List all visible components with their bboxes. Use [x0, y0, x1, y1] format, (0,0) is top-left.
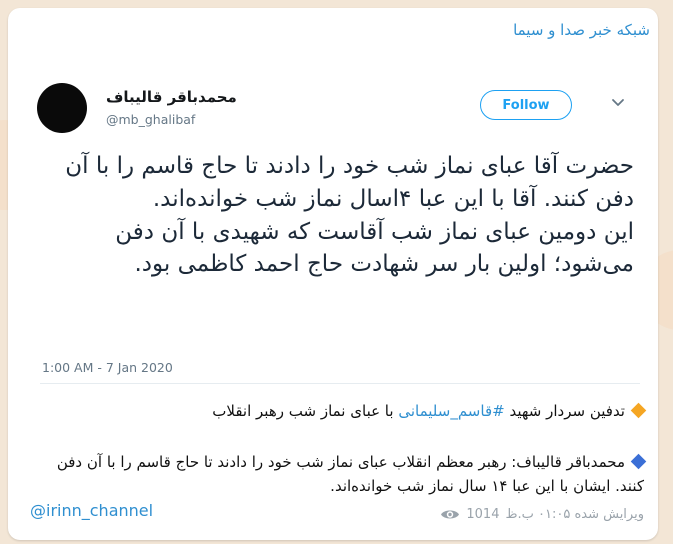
- chevron-down-icon[interactable]: [611, 96, 625, 110]
- message-line-quote: محمدباقر قالیباف: رهبر معظم انقلاب عبای …: [24, 450, 647, 498]
- tweet-author-handle[interactable]: @mb_ghalibaf: [106, 112, 195, 127]
- divider: [40, 383, 640, 384]
- tweet-author-name[interactable]: محمدباقر قالیباف: [106, 88, 237, 106]
- blue-diamond-icon: [630, 453, 647, 470]
- eye-icon: [441, 510, 460, 519]
- message-line-headline: تدفین سردار شهید #قاسم_سلیمانی با عبای ن…: [24, 399, 647, 423]
- channel-link[interactable]: @irinn_channel: [30, 501, 153, 520]
- view-count: 1014: [466, 507, 500, 522]
- tweet-text-paragraph: این دومین عبای نماز شب آقاست که شهیدی با…: [115, 218, 634, 278]
- message-card: شبکه خبر صدا و سیما محمدباقر قالیباف @mb…: [8, 8, 658, 540]
- edited-time: ویرایش شده ۰۱:۰۵ ب.ظ: [505, 507, 644, 522]
- message-text: محمدباقر قالیباف: رهبر معظم انقلاب عبای …: [56, 453, 644, 495]
- channel-name[interactable]: شبکه خبر صدا و سیما: [513, 21, 650, 39]
- message-text: تدفین سردار شهید: [509, 402, 625, 420]
- message-text: با عبای نماز شب رهبر انقلاب: [212, 402, 394, 420]
- message-meta: ویرایش شده ۰۱:۰۵ ب.ظ 1014: [440, 507, 644, 522]
- tweet-timestamp[interactable]: 1:00 AM - 7 Jan 2020: [42, 360, 173, 375]
- embedded-tweet: محمدباقر قالیباف @mb_ghalibaf Follow حضر…: [28, 66, 648, 391]
- tweet-text: حضرت آقا عبای نماز شب خود را دادند تا حا…: [44, 150, 634, 281]
- tweet-text-paragraph: حضرت آقا عبای نماز شب خود را دادند تا حا…: [65, 153, 634, 212]
- avatar[interactable]: [37, 83, 87, 133]
- hashtag-link[interactable]: #قاسم_سلیمانی: [398, 402, 504, 420]
- follow-button[interactable]: Follow: [480, 90, 572, 120]
- orange-diamond-icon: [630, 402, 647, 419]
